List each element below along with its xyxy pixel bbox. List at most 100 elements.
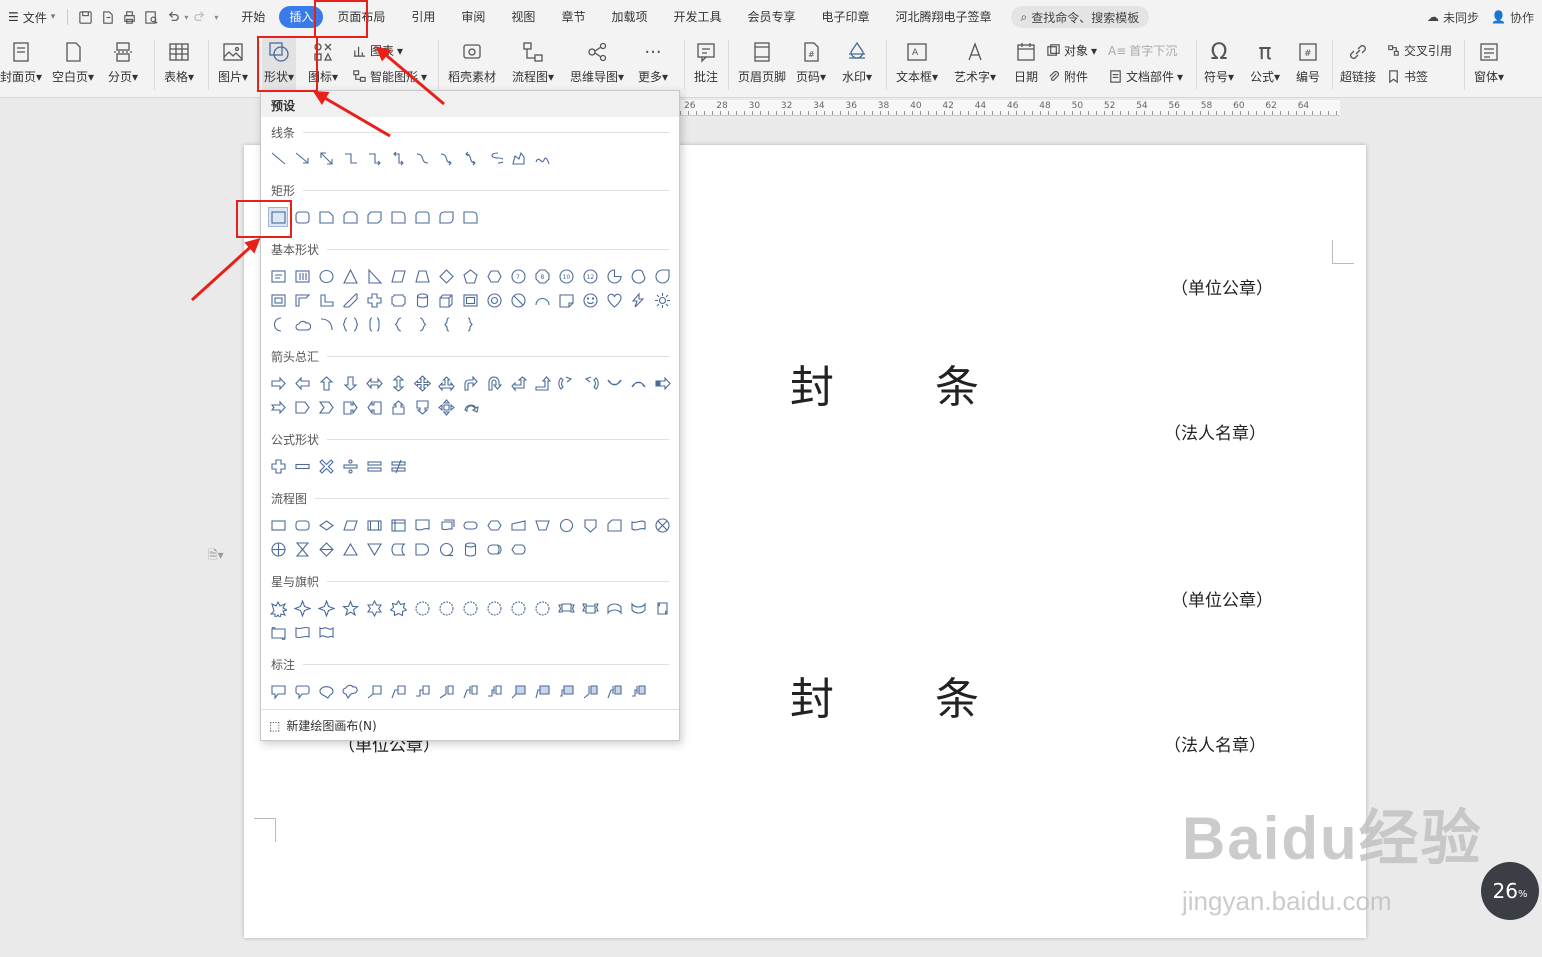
shape-lbrace-icon[interactable] — [437, 315, 455, 333]
shape-curve-icon[interactable] — [413, 149, 431, 167]
shape-a-u-icon[interactable] — [317, 374, 335, 392]
formula-button[interactable]: π 公式▾ — [1250, 38, 1280, 85]
shape-f-extract-icon[interactable] — [341, 540, 359, 558]
shape-a-l-u-icon[interactable] — [509, 374, 527, 392]
tab-addins[interactable]: 加载项 — [599, 6, 659, 28]
shape-expl1-icon[interactable] — [269, 599, 287, 617]
save-icon[interactable] — [74, 6, 96, 28]
icon-button[interactable]: 图标▾ — [308, 38, 338, 84]
shape-cloud-icon[interactable] — [293, 315, 311, 333]
shape-cross-icon[interactable] — [365, 291, 383, 309]
page-break-button[interactable]: 分页▾ — [108, 38, 138, 84]
shape-star-n-icon[interactable] — [413, 599, 431, 617]
shape-star5-icon[interactable] — [341, 599, 359, 617]
shape-f-manual-op-icon[interactable] — [533, 516, 551, 534]
shape-plaque-icon[interactable] — [389, 291, 407, 309]
shape-trap-icon[interactable] — [413, 267, 431, 285]
shape-dblarrow-icon[interactable] — [317, 149, 335, 167]
shape-rect-icon[interactable] — [268, 207, 288, 227]
shape-f-doc-icon[interactable] — [413, 516, 431, 534]
shape-snip2-icon[interactable] — [341, 208, 359, 226]
tab-insert[interactable]: 插入 — [279, 6, 324, 28]
sync-status[interactable]: ☁ 未同步 — [1427, 9, 1479, 26]
textbox-button[interactable]: A 文本框▾ — [896, 38, 938, 84]
shape-freeform-icon[interactable] — [509, 149, 527, 167]
shape-hept-icon[interactable]: 7 — [509, 267, 527, 285]
shape-c-oval-icon[interactable] — [317, 682, 335, 700]
shape-neq-icon[interactable] — [389, 457, 407, 475]
print-icon[interactable] — [118, 6, 140, 28]
shape-plus-icon[interactable] — [269, 457, 287, 475]
shape-moon-icon[interactable] — [269, 315, 287, 333]
shape-f-process-icon[interactable] — [269, 516, 287, 534]
shape-dbrk-icon[interactable] — [341, 315, 359, 333]
shape-a-bent-icon[interactable] — [461, 374, 479, 392]
shape-f-decision-icon[interactable] — [317, 516, 335, 534]
shape-elbowarrow-icon[interactable] — [365, 149, 383, 167]
page-number-button[interactable]: # 页码▾ — [796, 38, 826, 84]
shape-c-a-b3-icon[interactable] — [629, 682, 647, 700]
shape-f-sort-icon[interactable] — [317, 540, 335, 558]
shape-rbrace-icon[interactable] — [461, 315, 479, 333]
shape-tri-icon[interactable] — [341, 267, 359, 285]
shape-textbox-icon[interactable] — [269, 267, 287, 285]
shape-f-data-icon[interactable] — [341, 516, 359, 534]
shape-rnddiag-icon[interactable] — [437, 208, 455, 226]
shape-curvearrow-icon[interactable] — [437, 149, 455, 167]
shape-rnd1-icon[interactable] — [461, 208, 479, 226]
tab-developer[interactable]: 开发工具 — [661, 6, 733, 28]
mindmap-button[interactable]: 思维导图▾ — [570, 38, 624, 84]
command-search[interactable]: ⌕ 查找命令、搜索模板 — [1010, 6, 1150, 28]
shape-ribbon-d-icon[interactable] — [581, 599, 599, 617]
shape-f-card-icon[interactable] — [605, 516, 623, 534]
smartart-button[interactable]: 智能图形 ▾ — [352, 68, 427, 85]
shape-c-line3-icon[interactable] — [413, 682, 431, 700]
shape-para-icon[interactable] — [389, 267, 407, 285]
shape-bevel-icon[interactable] — [461, 291, 479, 309]
document-parts-button[interactable]: 文档部件 ▾ — [1108, 68, 1183, 85]
shape-f-seq-icon[interactable] — [437, 540, 455, 558]
shape-f-or-icon[interactable] — [269, 540, 287, 558]
shape-a-callout-q-icon[interactable] — [437, 398, 455, 416]
shape-arcbrk-icon[interactable] — [317, 315, 335, 333]
shape-c-border3-icon[interactable] — [557, 682, 575, 700]
shape-lbrk-icon[interactable] — [389, 315, 407, 333]
shape-f-merge-icon[interactable] — [365, 540, 383, 558]
shape-rtri-icon[interactable] — [365, 267, 383, 285]
flowchart-button[interactable]: 流程图▾ — [512, 38, 554, 84]
shape-halfframe-icon[interactable] — [293, 291, 311, 309]
tab-hebei-e-signature[interactable]: 河北腾翔电子签章 — [884, 6, 1004, 28]
bookmark-button[interactable]: 书签 — [1386, 68, 1428, 85]
shape-f-manual-icon[interactable] — [509, 516, 527, 534]
undo-icon[interactable] — [162, 6, 184, 28]
shape-a-quad-icon[interactable] — [413, 374, 431, 392]
shape-oct-icon[interactable]: 8 — [533, 267, 551, 285]
date-button[interactable]: 日期 — [1012, 38, 1040, 84]
shape-hex-icon[interactable] — [485, 267, 503, 285]
shape-c-a-b2-icon[interactable] — [605, 682, 623, 700]
export-pdf-icon[interactable] — [96, 6, 118, 28]
print-preview-icon[interactable] — [140, 6, 162, 28]
shape-dblwave-icon[interactable] — [317, 623, 335, 641]
shape-diamond-icon[interactable] — [437, 267, 455, 285]
shape-c-accent2-icon[interactable] — [461, 682, 479, 700]
shape-pent-icon[interactable] — [461, 267, 479, 285]
shape-ribbon-curv-u-icon[interactable] — [605, 599, 623, 617]
shape-donut-icon[interactable] — [485, 291, 503, 309]
form-button[interactable]: 窗体▾ — [1474, 38, 1504, 84]
new-drawing-canvas-item[interactable]: ⬚ 新建绘图画布(N) — [261, 709, 679, 741]
shape-arc-icon[interactable] — [533, 291, 551, 309]
shape-ribbon-u-icon[interactable] — [557, 599, 575, 617]
wordart-button[interactable]: 艺术字▾ — [954, 38, 996, 84]
blank-page-button[interactable]: 空白页▾ — [52, 38, 94, 84]
shape-a-chevron-icon[interactable] — [317, 398, 335, 416]
shape-f-sum-junc-icon[interactable] — [653, 516, 671, 534]
shape-star6-icon[interactable] — [365, 599, 383, 617]
redo-icon[interactable] — [188, 6, 210, 28]
shape-elbow-icon[interactable] — [341, 149, 359, 167]
shape-a-bent-up-icon[interactable] — [533, 374, 551, 392]
shape-c-a-b1-icon[interactable] — [581, 682, 599, 700]
shape-a-pentagon-icon[interactable] — [293, 398, 311, 416]
shape-f-mag-icon[interactable] — [461, 540, 479, 558]
shape-c-accent3-icon[interactable] — [485, 682, 503, 700]
